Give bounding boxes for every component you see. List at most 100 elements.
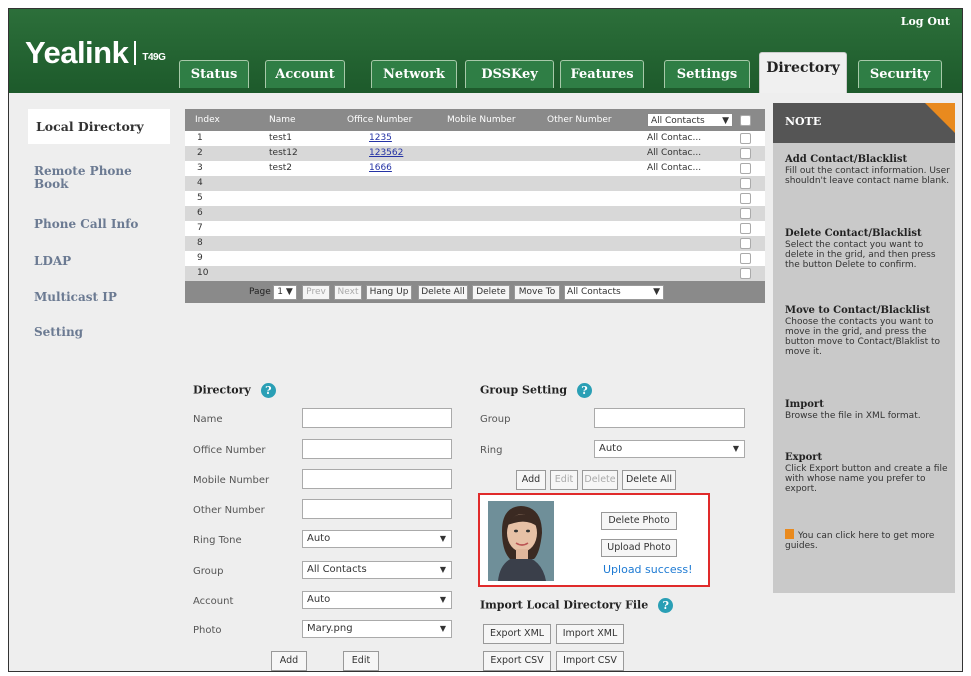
table-row[interactable]: 8 xyxy=(185,236,765,251)
group-setting-title-text: Group Setting xyxy=(480,383,568,397)
note-body: Select the contact you want to delete in… xyxy=(785,240,936,270)
move-to-button[interactable]: Move To xyxy=(514,285,560,300)
group-filter-value: All Contacts xyxy=(651,116,705,126)
row-checkbox[interactable] xyxy=(740,193,751,204)
note-import: Import Browse the file in XML format. xyxy=(785,400,953,422)
mobile-number-input[interactable] xyxy=(302,469,452,489)
hang-up-button[interactable]: Hang Up xyxy=(366,285,412,300)
row-checkbox[interactable] xyxy=(740,223,751,234)
office-number-input[interactable] xyxy=(302,439,452,459)
delete-all-button[interactable]: Delete All xyxy=(418,285,468,300)
add-contact-button[interactable]: Add xyxy=(271,651,307,671)
group-ring-select[interactable]: Auto ▼ xyxy=(594,440,745,458)
row-checkbox[interactable] xyxy=(740,268,751,279)
chevron-down-icon: ▼ xyxy=(732,444,739,453)
sidebar-item-phone-call-info[interactable]: Phone Call Info xyxy=(34,217,138,231)
note-export: Export Click Export button and create a f… xyxy=(785,453,953,495)
group-edit-button[interactable]: Edit xyxy=(550,470,578,490)
group-ring-label: Ring xyxy=(480,445,503,456)
group-add-button[interactable]: Add xyxy=(516,470,546,490)
row-checkbox[interactable] xyxy=(740,133,751,144)
page-select[interactable]: 1 ▼ xyxy=(273,285,297,300)
sidebar-item-ldap[interactable]: LDAP xyxy=(34,254,71,268)
other-number-label: Other Number xyxy=(193,505,265,516)
photo-select[interactable]: Mary.png ▼ xyxy=(302,620,452,638)
other-number-input[interactable] xyxy=(302,499,452,519)
delete-photo-button[interactable]: Delete Photo xyxy=(601,512,677,530)
sidebar-item-multicast-ip[interactable]: Multicast IP xyxy=(34,290,117,304)
logout-link[interactable]: Log Out xyxy=(901,15,950,28)
note-guide-link[interactable]: You can click here to get more guides. xyxy=(785,529,953,551)
ring-tone-select[interactable]: Auto ▼ xyxy=(302,530,452,548)
header-bar: Yealink T49G Log Out Status Account Netwo… xyxy=(9,9,962,93)
row-checkbox[interactable] xyxy=(740,253,751,264)
row-office-number[interactable]: 1666 xyxy=(369,161,392,176)
select-all-checkbox[interactable] xyxy=(740,115,751,126)
export-csv-button[interactable]: Export CSV xyxy=(483,651,551,671)
tab-directory[interactable]: Directory xyxy=(759,52,847,93)
office-number-label: Office Number xyxy=(193,445,266,456)
table-row[interactable]: 1 test1 1235 All Contac... xyxy=(185,131,765,146)
browser-frame: Yealink T49G Log Out Status Account Netwo… xyxy=(8,8,963,672)
sidebar-item-setting[interactable]: Setting xyxy=(34,325,83,339)
row-checkbox[interactable] xyxy=(740,148,751,159)
edit-contact-button[interactable]: Edit xyxy=(343,651,379,671)
row-checkbox[interactable] xyxy=(740,238,751,249)
next-button[interactable]: Next xyxy=(334,285,362,300)
table-row[interactable]: 3 test2 1666 All Contac... xyxy=(185,161,765,176)
delete-button[interactable]: Delete xyxy=(472,285,510,300)
prev-button[interactable]: Prev xyxy=(302,285,330,300)
col-mobile-number: Mobile Number xyxy=(447,115,516,125)
row-checkbox[interactable] xyxy=(740,208,751,219)
row-checkbox[interactable] xyxy=(740,163,751,174)
group-filter-select[interactable]: All Contacts ▼ xyxy=(647,113,733,128)
move-target-select[interactable]: All Contacts ▼ xyxy=(564,285,664,300)
account-select[interactable]: Auto ▼ xyxy=(302,591,452,609)
tab-account[interactable]: Account xyxy=(265,60,345,88)
export-xml-button[interactable]: Export XML xyxy=(483,624,551,644)
name-input[interactable] xyxy=(302,408,452,428)
group-label: Group xyxy=(193,566,224,577)
account-label: Account xyxy=(193,596,234,607)
row-index: 10 xyxy=(197,268,209,278)
tab-dsskey[interactable]: DSSKey xyxy=(465,60,554,88)
sidebar-item-remote-phone-book[interactable]: Remote Phone Book xyxy=(34,165,154,191)
col-name: Name xyxy=(269,115,296,125)
row-office-number[interactable]: 1235 xyxy=(369,131,392,146)
ring-tone-label: Ring Tone xyxy=(193,535,242,546)
group-name-input[interactable] xyxy=(594,408,745,428)
photo-value: Mary.png xyxy=(307,623,353,634)
tab-features[interactable]: Features xyxy=(560,60,644,88)
table-row[interactable]: 4 xyxy=(185,176,765,191)
note-heading: Move to Contact/Blacklist xyxy=(785,305,931,316)
sidebar-item-local-directory[interactable]: Local Directory xyxy=(28,109,170,144)
group-delete-button[interactable]: Delete xyxy=(582,470,618,490)
upload-photo-button[interactable]: Upload Photo xyxy=(601,539,677,557)
group-delete-all-button[interactable]: Delete All xyxy=(622,470,676,490)
contact-photo xyxy=(488,501,554,581)
import-title-text: Import Local Directory File xyxy=(480,598,649,612)
import-xml-button[interactable]: Import XML xyxy=(556,624,624,644)
directory-title-text: Directory xyxy=(193,383,251,397)
table-row[interactable]: 7 xyxy=(185,221,765,236)
row-checkbox[interactable] xyxy=(740,178,751,189)
table-row[interactable]: 10 xyxy=(185,266,765,281)
name-label: Name xyxy=(193,414,223,425)
help-icon[interactable]: ? xyxy=(658,598,674,613)
tab-security[interactable]: Security xyxy=(858,60,942,88)
import-csv-button[interactable]: Import CSV xyxy=(556,651,624,671)
tab-network[interactable]: Network xyxy=(371,60,457,88)
table-row[interactable]: 6 xyxy=(185,206,765,221)
row-name: test2 xyxy=(269,163,293,173)
table-row[interactable]: 2 test12 123562 All Contac... xyxy=(185,146,765,161)
row-index: 9 xyxy=(197,253,203,263)
tab-status[interactable]: Status xyxy=(179,60,249,88)
table-row[interactable]: 5 xyxy=(185,191,765,206)
contacts-grid: Index Name Office Number Mobile Number O… xyxy=(185,109,765,303)
row-office-number[interactable]: 123562 xyxy=(369,146,403,161)
group-select[interactable]: All Contacts ▼ xyxy=(302,561,452,579)
tab-settings[interactable]: Settings xyxy=(664,60,750,88)
help-icon[interactable]: ? xyxy=(577,383,593,398)
help-icon[interactable]: ? xyxy=(260,383,276,398)
table-row[interactable]: 9 xyxy=(185,251,765,266)
